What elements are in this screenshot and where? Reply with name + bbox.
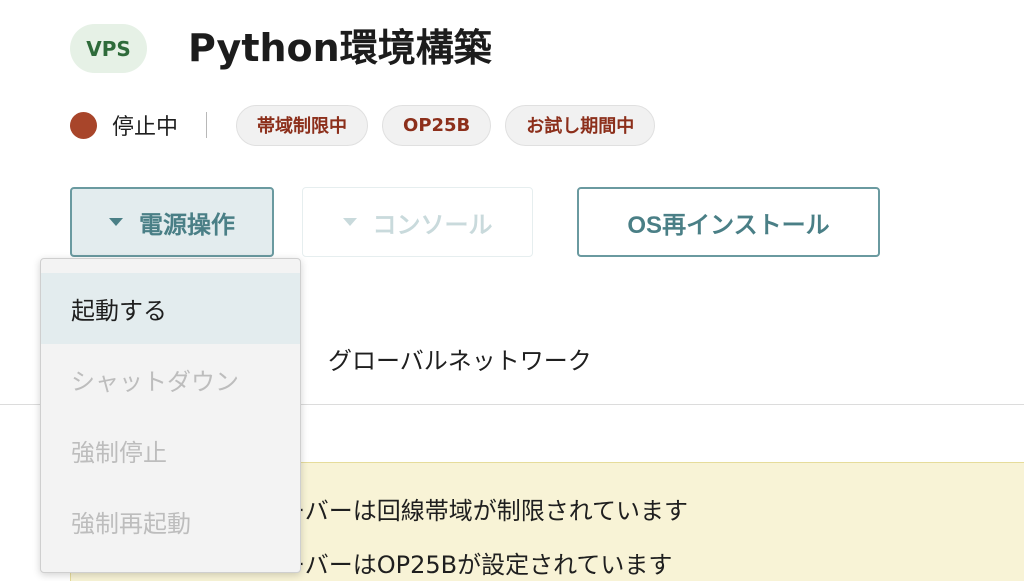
- caret-down-icon: [342, 218, 357, 226]
- menu-item-start[interactable]: 起動する: [41, 273, 300, 344]
- power-operations-label: 電源操作: [139, 211, 235, 239]
- tab-global-network[interactable]: グローバルネットワーク: [328, 341, 592, 376]
- status-row: 停止中 帯域制限中 OP25B お試し期間中: [70, 104, 669, 146]
- menu-item-force-restart: 強制再起動: [71, 510, 191, 538]
- os-reinstall-label: OS再インストール: [627, 211, 830, 239]
- status-divider: [206, 112, 208, 138]
- os-reinstall-button[interactable]: OS再インストール: [577, 187, 880, 257]
- power-operations-menu: 起動する シャットダウン 強制停止 強制再起動: [40, 258, 301, 573]
- status-tag-bandwidth: 帯域制限中: [236, 104, 369, 146]
- menu-item-shutdown: シャットダウン: [71, 368, 239, 396]
- menu-item-force-stop: 強制停止: [71, 439, 167, 467]
- status-tag-op25b: OP25B: [382, 104, 492, 146]
- status-indicator-icon: [70, 111, 97, 139]
- status-text: 停止中: [112, 115, 179, 140]
- notice-op25b: ーバーはOP25Bが設定されています: [281, 551, 673, 579]
- notice-bandwidth: ーバーは回線帯域が制限されています: [281, 497, 689, 525]
- status-tag-trial: お試し期間中: [505, 104, 656, 146]
- console-label: コンソール: [372, 211, 493, 239]
- page-title: Python環境構築: [188, 26, 492, 70]
- caret-down-icon: [109, 218, 123, 226]
- power-operations-button[interactable]: 電源操作: [70, 187, 274, 257]
- console-button[interactable]: コンソール: [302, 187, 533, 257]
- server-type-badge: VPS: [70, 24, 147, 73]
